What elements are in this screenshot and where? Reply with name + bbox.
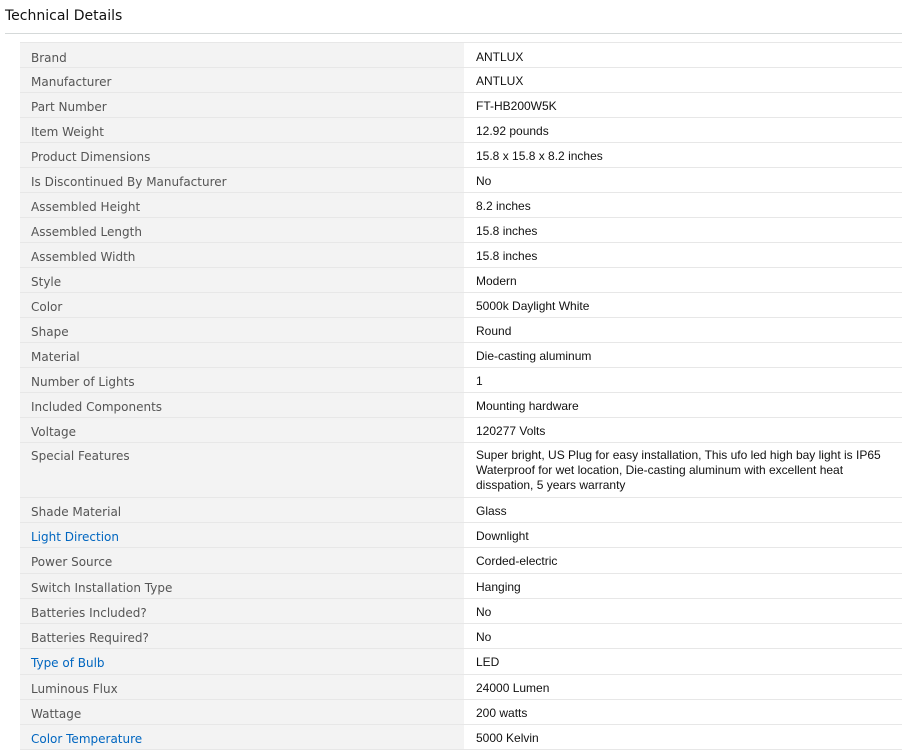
spec-value-is-discontinued-by-manufacturer: No [476, 174, 492, 188]
spec-label-part-number: Part Number [20, 93, 464, 117]
spec-label-number-of-lights: Number of Lights [20, 368, 464, 392]
table-row: Part Number FT-HB200W5K [20, 93, 902, 118]
spec-label-is-discontinued-by-manufacturer: Is Discontinued By Manufacturer [20, 168, 464, 192]
spec-value-special-features: Super bright, US Plug for easy installat… [476, 448, 881, 492]
spec-value-wattage: 200 watts [476, 706, 528, 720]
spec-value-product-dimensions: 15.8 x 15.8 x 8.2 inches [476, 149, 603, 163]
spec-value-shape: Round [476, 324, 512, 338]
spec-value-color: 5000k Daylight White [476, 299, 590, 313]
spec-label-shape: Shape [20, 318, 464, 342]
spec-label-batteries-included: Batteries Included? [20, 599, 464, 623]
spec-label-style: Style [20, 268, 464, 292]
table-row: Batteries Included? No [20, 599, 902, 624]
technical-details-page: Technical Details Brand ANTLUX Manufacture… [0, 0, 902, 752]
spec-label-manufacturer: Manufacturer [20, 68, 464, 92]
table-row: Light Direction Downlight [20, 523, 902, 548]
spec-value-brand: ANTLUX [476, 50, 524, 64]
spec-value-number-of-lights: 1 [476, 374, 483, 388]
table-row: Shade Material Glass [20, 498, 902, 523]
table-row: Included Components Mounting hardware [20, 393, 902, 418]
spec-value-power-source: Corded-electric [476, 554, 558, 568]
spec-value-switch-installation-type: Hanging [476, 580, 521, 594]
table-row: Luminous Flux 24000 Lumen [20, 675, 902, 700]
table-row: Is Discontinued By Manufacturer No [20, 168, 902, 193]
spec-label-power-source: Power Source [20, 548, 464, 573]
table-row: Color Temperature 5000 Kelvin [20, 725, 902, 750]
section-title: Technical Details [5, 8, 123, 24]
spec-value-item-weight: 12.92 pounds [476, 124, 549, 138]
table-row: Batteries Required? No [20, 624, 902, 649]
spec-value-included-components: Mounting hardware [476, 399, 579, 413]
spec-label-included-components: Included Components [20, 393, 464, 417]
spec-label-luminous-flux: Luminous Flux [20, 675, 464, 699]
spec-label-batteries-required: Batteries Required? [20, 624, 464, 648]
spec-value-assembled-height: 8.2 inches [476, 199, 531, 213]
spec-value-part-number: FT-HB200W5K [476, 99, 557, 113]
table-row: Item Weight 12.92 pounds [20, 118, 902, 143]
spec-label-brand: Brand [20, 43, 464, 67]
spec-value-voltage: 120277 Volts [476, 424, 546, 438]
spec-value-light-direction: Downlight [476, 529, 529, 543]
spec-label-item-weight: Item Weight [20, 118, 464, 142]
table-row: Type of Bulb LED [20, 649, 902, 675]
spec-label-shade-material: Shade Material [20, 498, 464, 522]
table-row: Material Die-casting aluminum [20, 343, 902, 368]
spec-label-voltage: Voltage [20, 418, 464, 442]
table-row: Manufacturer ANTLUX [20, 68, 902, 93]
spec-value-shade-material: Glass [476, 504, 507, 518]
table-row: Number of Lights 1 [20, 368, 902, 393]
table-row: Power Source Corded-electric [20, 548, 902, 574]
table-row: Brand ANTLUX [20, 43, 902, 68]
spec-value-type-of-bulb: LED [476, 655, 500, 669]
spec-value-material: Die-casting aluminum [476, 349, 592, 363]
spec-value-assembled-length: 15.8 inches [476, 224, 538, 238]
technical-details-table: Brand ANTLUX Manufacturer ANTLUX Part Number… [20, 42, 902, 750]
spec-value-color-temperature: 5000 Kelvin [476, 731, 539, 745]
spec-label-color-temperature-link[interactable]: Color Temperature [20, 725, 464, 749]
table-row: Switch Installation Type Hanging [20, 574, 902, 599]
spec-value-luminous-flux: 24000 Lumen [476, 681, 550, 695]
table-row: Special Features Super bright, US Plug fo… [20, 443, 902, 498]
spec-value-assembled-width: 15.8 inches [476, 249, 538, 263]
table-row: Voltage 120277 Volts [20, 418, 902, 443]
spec-label-switch-installation-type: Switch Installation Type [20, 574, 464, 598]
spec-label-color: Color [20, 293, 464, 317]
table-row: Assembled Width 15.8 inches [20, 243, 902, 268]
table-row: Color 5000k Daylight White [20, 293, 902, 318]
spec-value-batteries-required: No [476, 630, 492, 644]
spec-label-assembled-width: Assembled Width [20, 243, 464, 267]
table-row: Style Modern [20, 268, 902, 293]
spec-label-type-of-bulb-link[interactable]: Type of Bulb [20, 649, 464, 674]
spec-label-special-features: Special Features [20, 443, 464, 497]
table-row: Shape Round [20, 318, 902, 343]
table-row: Wattage 200 watts [20, 700, 902, 725]
spec-label-material: Material [20, 343, 464, 367]
spec-label-wattage: Wattage [20, 700, 464, 724]
spec-value-style: Modern [476, 274, 517, 288]
spec-label-assembled-length: Assembled Length [20, 218, 464, 242]
section-divider [5, 33, 902, 34]
spec-label-light-direction-link[interactable]: Light Direction [20, 523, 464, 547]
table-row: Assembled Height 8.2 inches [20, 193, 902, 218]
table-row: Assembled Length 15.8 inches [20, 218, 902, 243]
spec-label-product-dimensions: Product Dimensions [20, 143, 464, 167]
table-row: Product Dimensions 15.8 x 15.8 x 8.2 inch… [20, 143, 902, 168]
spec-value-batteries-included: No [476, 605, 492, 619]
spec-value-manufacturer: ANTLUX [476, 74, 524, 88]
spec-label-assembled-height: Assembled Height [20, 193, 464, 217]
